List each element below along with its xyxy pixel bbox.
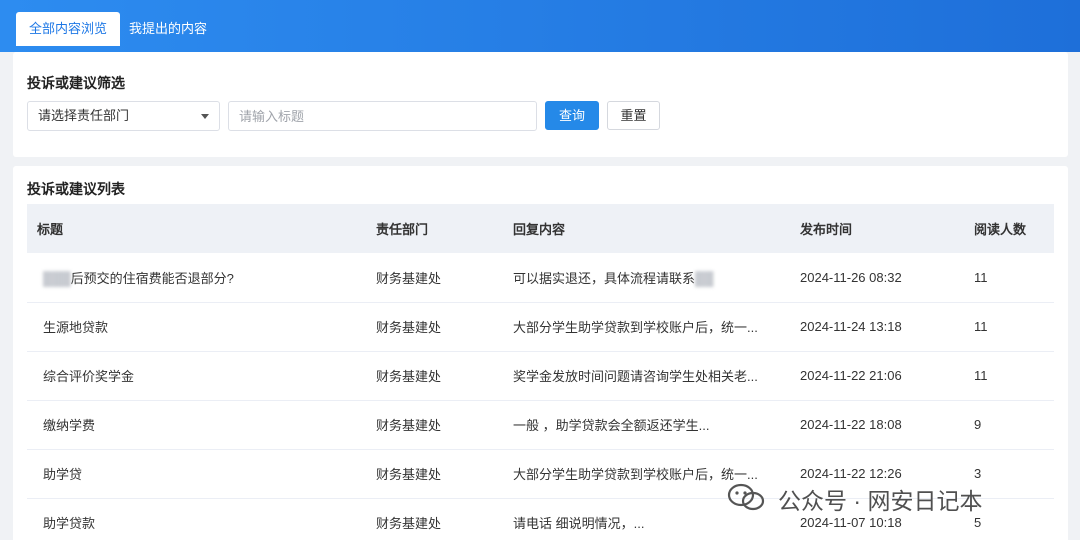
table-row[interactable]: 综合评价奖学金 财务基建处 奖学金发放时间问题请咨询学生处相关老... 2024… bbox=[27, 351, 1054, 400]
column-header-time: 发布时间 bbox=[800, 222, 853, 237]
row-reply: 大部分学生助学贷款到学校账户后，统一... bbox=[513, 320, 758, 335]
row-reads: 11 bbox=[974, 368, 988, 383]
column-header-title: 标题 bbox=[37, 222, 64, 237]
row-dept: 财务基建处 bbox=[376, 270, 442, 286]
row-dept: 财务基建处 bbox=[376, 320, 442, 335]
wechat-icon bbox=[727, 483, 765, 511]
department-select[interactable]: 请选择责任部门 bbox=[27, 101, 220, 131]
table-row[interactable]: 生源地贷款 财务基建处 大部分学生助学贷款到学校账户后，统一... 2024-1… bbox=[27, 302, 1054, 351]
watermark-text: 公众号 · 网安日记本 bbox=[778, 488, 983, 514]
row-time: 2024-11-26 08:32 bbox=[800, 269, 902, 285]
title-search-input[interactable] bbox=[228, 101, 537, 131]
table-header-row: 标题 责任部门 回复内容 发布时间 阅读人数 bbox=[27, 204, 1054, 253]
row-time: 2024-11-24 13:18 bbox=[800, 319, 902, 334]
filter-title: 投诉或建议筛选 bbox=[27, 75, 125, 91]
row-reads: 11 bbox=[974, 269, 988, 285]
reset-button[interactable]: 重置 bbox=[607, 101, 660, 130]
redacted-text: ██ bbox=[695, 270, 714, 286]
row-title[interactable]: 助学贷款 bbox=[27, 498, 366, 540]
query-button[interactable]: 查询 bbox=[545, 101, 599, 130]
row-dept: 财务基建处 bbox=[376, 516, 442, 531]
row-title[interactable]: 缴纳学费 bbox=[27, 400, 366, 449]
table-row[interactable]: 缴纳学费 财务基建处 一般 ，助学贷款会全额返还学生... 2024-11-22… bbox=[27, 400, 1054, 449]
column-header-reply: 回复内容 bbox=[513, 222, 566, 237]
row-dept: 财务基建处 bbox=[376, 418, 442, 433]
filter-panel: 投诉或建议筛选 请选择责任部门 查询 重置 bbox=[13, 52, 1068, 157]
row-reply: 一般 ，助学贷款会全额返还学生... bbox=[513, 418, 710, 433]
column-header-reads: 阅读人数 bbox=[974, 222, 1027, 237]
top-tab-bar: 全部内容浏览 我提出的内容 bbox=[0, 0, 1080, 52]
chevron-down-icon bbox=[201, 114, 209, 119]
row-time: 2024-11-22 18:08 bbox=[800, 417, 902, 432]
table-row[interactable]: ███后预交的住宿费能否退部分? 财务基建处 可以据实退还，具体流程请联系██ … bbox=[27, 253, 1054, 302]
row-title[interactable]: 综合评价奖学金 bbox=[27, 351, 366, 400]
tab-all-content[interactable]: 全部内容浏览 bbox=[16, 12, 121, 46]
tab-my-submissions[interactable]: 我提出的内容 bbox=[116, 12, 220, 46]
list-title: 投诉或建议列表 bbox=[27, 181, 125, 197]
row-reads: 9 bbox=[974, 417, 982, 432]
department-select-value: 请选择责任部门 bbox=[38, 108, 130, 123]
column-header-dept: 责任部门 bbox=[376, 222, 429, 237]
row-title[interactable]: 生源地贷款 bbox=[27, 302, 366, 351]
row-title[interactable]: 助学贷 bbox=[27, 449, 366, 498]
row-reply: 可以据实退还，具体流程请联系██ bbox=[513, 270, 714, 286]
row-dept: 财务基建处 bbox=[376, 369, 442, 384]
row-dept: 财务基建处 bbox=[376, 467, 442, 482]
redacted-text: ███ bbox=[43, 270, 71, 286]
row-reply: 奖学金发放时间问题请咨询学生处相关老... bbox=[513, 369, 758, 384]
row-title[interactable]: ███后预交的住宿费能否退部分? bbox=[27, 253, 366, 302]
row-reads: 11 bbox=[974, 319, 988, 334]
row-time: 2024-11-22 21:06 bbox=[800, 368, 902, 383]
